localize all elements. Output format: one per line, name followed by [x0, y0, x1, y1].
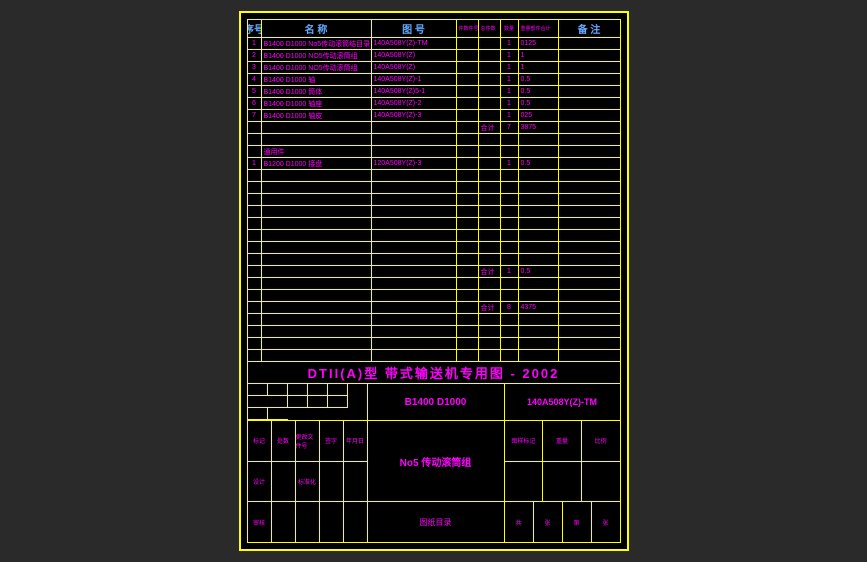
spec-block: B1400 D1000 140A508Y(Z)-TM	[248, 384, 620, 421]
cell-draw: 120A508Y(Z)-3	[372, 158, 457, 169]
cell-seq: 3	[248, 62, 262, 73]
code-text: 140A508Y(Z)-TM	[505, 384, 620, 420]
cell-name: B1200 D1000 接盘	[262, 158, 372, 169]
cell-seq: 4	[248, 74, 262, 85]
blank-row	[248, 278, 620, 290]
cell-qty: 1	[501, 50, 519, 61]
cell-name: B1400 D1000 NO5传动滚筒组	[262, 50, 372, 61]
cell-draw: 140A508Y(Z)	[372, 50, 457, 61]
table-row: 1B1400 D1000 No5传动滚筒结目录140A508Y(Z)-TM101…	[248, 38, 620, 50]
blank-row	[248, 254, 620, 266]
footer-left: 标记处数更改文件号签字年月日 设计标准化 审核	[248, 421, 368, 542]
cell-qty: 1	[501, 86, 519, 97]
cell-draw: 140A508Y(Z)-3	[372, 110, 457, 121]
cell-seq: 1	[248, 158, 262, 169]
hdr-seq: 序号	[248, 20, 262, 37]
drawing-canvas: 序号 名 称 图 号 件数件号 总件数 数量 重量部件合计 备 注 1B1400…	[239, 11, 629, 551]
blank-row	[248, 242, 620, 254]
blank-row	[248, 182, 620, 194]
hdr-b: 总件数	[479, 20, 501, 37]
table-row: 4B1400 D1000 轴140A508Y(Z)-1 10.5	[248, 74, 620, 86]
cell-qty: 1	[501, 158, 519, 169]
subtotal3-row: 合计84375	[248, 302, 620, 314]
blank-row	[248, 314, 620, 326]
cell-name: B1400 D1000 轴	[262, 74, 372, 85]
blank-row	[248, 326, 620, 338]
blank-row	[248, 350, 620, 362]
footer-block: 标记处数更改文件号签字年月日 设计标准化 审核 No5 传动滚筒组 图纸目录 图…	[248, 421, 620, 542]
blank-row	[248, 206, 620, 218]
cell-seq: 2	[248, 50, 262, 61]
cell-wt: 025	[519, 110, 559, 121]
hdr-name: 名 称	[262, 20, 372, 37]
cell-qty: 1	[501, 98, 519, 109]
table-row: 7B1400 D1000 轴皮140A508Y(Z)-3 1025	[248, 110, 620, 122]
hdr-e: 备 注	[559, 20, 620, 37]
cell-wt: 0.5	[519, 74, 559, 85]
blank-row	[248, 170, 620, 182]
subtotal2-row: 合计10.5	[248, 266, 620, 278]
header-row: 序号 名 称 图 号 件数件号 总件数 数量 重量部件合计 备 注	[248, 20, 620, 38]
table-row: 1B1200 D1000 接盘120A508Y(Z)-310.5	[248, 158, 620, 170]
cell-qty: 1	[501, 38, 519, 49]
hdr-d: 重量部件合计	[519, 20, 559, 37]
blank-row	[248, 290, 620, 302]
cell-qty: 1	[501, 110, 519, 121]
cell-name: B1400 D1000 轴座	[262, 98, 372, 109]
spec-text: B1400 D1000	[368, 384, 505, 420]
cell-name: B1400 D1000 轴皮	[262, 110, 372, 121]
subtotal-label: 合计	[479, 122, 501, 133]
cell-wt: 0.5	[519, 98, 559, 109]
blank-row	[248, 134, 620, 146]
cell-draw: 140A508Y(Z)-1	[372, 74, 457, 85]
title-row: DTII(A)型 带式输送机专用图 - 2002	[248, 362, 620, 384]
blank-row	[248, 230, 620, 242]
table-row: 5B1400 D1000 筒体140A508Y(Z)5-1 10.5	[248, 86, 620, 98]
section2-label: 通用件	[262, 146, 372, 157]
blank-row	[248, 338, 620, 350]
drawing-title: DTII(A)型 带式输送机专用图 - 2002	[308, 363, 560, 382]
part-name: No5 传动滚筒组	[368, 421, 504, 502]
cell-name: B1400 D1000 NO5传动滚筒组	[262, 62, 372, 73]
cell-draw: 140A508Y(Z)-2	[372, 98, 457, 109]
cell-name: B1400 D1000 No5传动滚筒结目录	[262, 38, 372, 49]
cell-draw: 140A508Y(Z)	[372, 62, 457, 73]
subtotal-c: 7	[501, 122, 519, 133]
cell-wt: 0.5	[519, 86, 559, 97]
cell-seq: 6	[248, 98, 262, 109]
cell-draw: 140A508Y(Z)-TM	[372, 38, 457, 49]
hdr-c: 数量	[501, 20, 519, 37]
cell-wt: 1	[519, 62, 559, 73]
section-label-row: 通用件	[248, 146, 620, 158]
table-row: 2B1400 D1000 NO5传动滚筒组140A508Y(Z) 11	[248, 50, 620, 62]
cell-draw: 140A508Y(Z)5-1	[372, 86, 457, 97]
hdr-drawing: 图 号	[372, 20, 457, 37]
blank-row	[248, 218, 620, 230]
rev-grid	[248, 384, 368, 420]
cell-qty: 1	[501, 74, 519, 85]
footer-label: 图纸目录	[368, 502, 504, 542]
cell-seq: 5	[248, 86, 262, 97]
cell-wt: 0125	[519, 38, 559, 49]
cell-qty: 1	[501, 62, 519, 73]
subtotal-d: 3875	[519, 122, 559, 133]
blank-row	[248, 194, 620, 206]
footer-mid: No5 传动滚筒组 图纸目录	[368, 421, 505, 542]
hdr-a: 件数件号	[457, 20, 479, 37]
table-row: 3B1400 D1000 NO5传动滚筒组140A508Y(Z) 11	[248, 62, 620, 74]
bom-sheet: 序号 名 称 图 号 件数件号 总件数 数量 重量部件合计 备 注 1B1400…	[247, 19, 621, 543]
footer-right: 图样标记重量比例 共张第张	[505, 421, 620, 542]
cell-seq: 7	[248, 110, 262, 121]
cell-name: B1400 D1000 筒体	[262, 86, 372, 97]
cell-wt: 0.5	[519, 158, 559, 169]
blank-row: 合计73875	[248, 122, 620, 134]
cell-wt: 1	[519, 50, 559, 61]
cell-seq: 1	[248, 38, 262, 49]
table-row: 6B1400 D1000 轴座140A508Y(Z)-2 10.5	[248, 98, 620, 110]
